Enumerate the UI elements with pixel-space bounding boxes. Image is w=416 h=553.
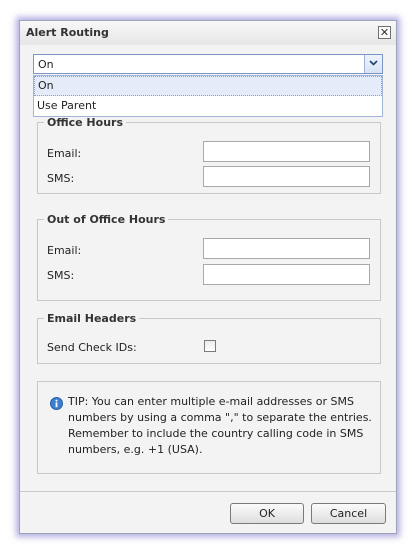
routing-select[interactable]: On	[33, 54, 383, 74]
close-button[interactable]: ✕	[378, 26, 391, 39]
out-of-office-sms-label: SMS:	[47, 269, 75, 282]
out-of-office-email-label: Email:	[47, 244, 82, 257]
office-sms-input[interactable]	[203, 166, 370, 187]
send-check-ids-label: Send Check IDs:	[47, 341, 137, 354]
alert-routing-dialog: Alert Routing ✕ On On Use Parent Office …	[19, 20, 397, 534]
email-headers-group: Email Headers	[37, 312, 381, 364]
tip-text: TIP: You can enter multiple e-mail addre…	[68, 395, 372, 456]
footer-divider	[20, 491, 396, 492]
routing-select-value: On	[38, 58, 54, 71]
email-headers-legend: Email Headers	[47, 312, 137, 325]
option-on[interactable]: On	[34, 76, 382, 96]
info-icon	[50, 397, 63, 410]
send-check-ids-checkbox[interactable]	[204, 340, 216, 352]
office-email-label: Email:	[47, 147, 82, 160]
out-of-office-email-input[interactable]	[203, 238, 370, 259]
cancel-button[interactable]: Cancel	[311, 503, 386, 524]
dialog-titlebar[interactable]: Alert Routing ✕	[20, 21, 396, 45]
select-dropdown-button[interactable]	[364, 55, 382, 73]
close-icon: ✕	[379, 26, 390, 39]
office-hours-legend: Office Hours	[47, 116, 123, 129]
option-use-parent[interactable]: Use Parent	[34, 96, 382, 116]
office-sms-label: SMS:	[47, 172, 75, 185]
ok-button[interactable]: OK	[230, 503, 304, 524]
chevron-down-icon	[369, 60, 378, 66]
out-of-office-hours-legend: Out of Office Hours	[47, 213, 166, 226]
tip-box: TIP: You can enter multiple e-mail addre…	[37, 381, 381, 474]
office-email-input[interactable]	[203, 141, 370, 162]
dialog-title: Alert Routing	[26, 26, 109, 39]
routing-select-options: On Use Parent	[33, 75, 383, 117]
out-of-office-sms-input[interactable]	[203, 264, 370, 285]
